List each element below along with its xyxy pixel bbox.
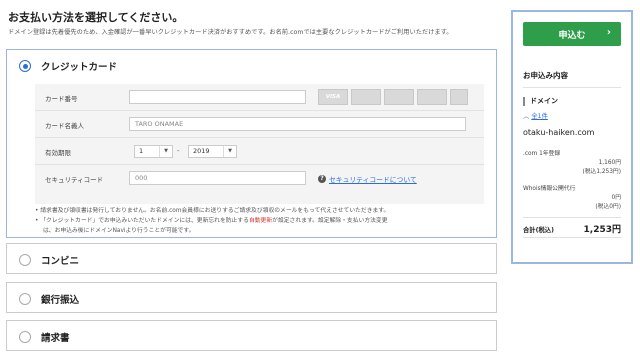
credit-card-notes: • 請求書及び領収書は発行しておりません。お名前.com会員様にお送りするご請求…	[35, 206, 495, 236]
card-brand-logos: VISA	[318, 89, 468, 105]
payment-option-credit-card: クレジットカード カード番号 VISA カード名義人 TARO ONAMAE 有…	[6, 49, 497, 238]
mastercard-logo-icon	[351, 89, 381, 105]
summary-divider	[523, 237, 621, 238]
summary-divider	[523, 87, 621, 88]
security-code-help-link[interactable]: ? セキュリティコードについて	[318, 174, 417, 184]
chevron-down-icon: ▼	[223, 146, 236, 157]
apply-button-label: 申込む	[558, 30, 586, 41]
card-holder-label: カード名義人	[45, 122, 84, 130]
chevron-up-icon: ︿	[523, 113, 530, 120]
payment-option-bank-transfer[interactable]: 銀行振込	[6, 282, 497, 313]
page-subtitle: ドメイン登録は先着優先のため、入金確認が一番早いクレジットカード決済がおすすめで…	[8, 29, 453, 36]
credit-card-label: クレジットカード	[41, 62, 118, 73]
jcb-logo-icon	[384, 89, 414, 105]
convenience-store-radio[interactable]	[19, 254, 31, 266]
collapse-toggle[interactable]: ︿ 全1件	[523, 111, 548, 120]
item-price-tax: (税込1,253円)	[582, 169, 621, 175]
amex-logo-icon	[450, 89, 468, 105]
item-price: 1,160円	[598, 160, 621, 166]
credit-card-radio[interactable]	[19, 60, 31, 72]
chevron-down-icon: ▼	[159, 146, 172, 157]
summary-section-domain: ドメイン	[523, 96, 558, 106]
chevron-right-icon: ›	[606, 27, 611, 38]
question-icon: ?	[318, 175, 326, 183]
diners-logo-icon	[417, 89, 447, 105]
card-holder-row: カード名義人 TARO ONAMAE	[35, 111, 484, 138]
security-code-label: セキュリティコード	[45, 176, 104, 184]
note-line-2: • 「クレジットカード」でお申込みいただいたドメインには、更新忘れを防止する自動…	[35, 216, 495, 226]
payment-option-invoice[interactable]: 請求書	[6, 320, 497, 351]
bank-transfer-label: 銀行振込	[41, 295, 80, 306]
expiry-year-select[interactable]: 2019 ▼	[188, 145, 237, 158]
item-price-tax: (税込0円)	[595, 204, 621, 210]
expiry-year-value: 2019	[193, 147, 210, 155]
page-title: お支払い方法を選択してください。	[8, 11, 184, 24]
payment-option-convenience-store[interactable]: コンビニ	[6, 243, 497, 274]
item-label: .com 1年登録	[523, 151, 561, 157]
item-price: 0円	[611, 195, 622, 201]
card-number-input[interactable]	[129, 90, 306, 104]
card-number-label: カード番号	[45, 95, 78, 103]
collapse-label: 全1件	[531, 113, 548, 120]
expiry-row: 有効期限 1 ▼ - 2019 ▼	[35, 138, 484, 165]
auto-renew-text: 自動更新	[248, 218, 273, 224]
summary-domain-name: otaku-haiken.com	[523, 128, 595, 137]
apply-button[interactable]: 申込む ›	[523, 22, 621, 46]
summary-title: お申込み内容	[523, 71, 568, 80]
visa-logo-icon: VISA	[318, 89, 348, 105]
expiry-separator: -	[177, 147, 180, 155]
note-line-3: は、お申込み後にドメインNaviより行うことが可能です。	[43, 228, 195, 234]
summary-section-label: ドメイン	[530, 97, 558, 105]
invoice-radio[interactable]	[19, 331, 31, 343]
card-number-row: カード番号 VISA	[35, 84, 484, 111]
expiry-label: 有効期限	[45, 149, 71, 157]
expiry-month-select[interactable]: 1 ▼	[134, 145, 173, 158]
security-code-help-text: セキュリティコードについて	[329, 176, 417, 184]
note-line-2a: • 「クレジットカード」でお申込みいただいたドメインには、更新忘れを防止する	[35, 218, 249, 224]
total-label: 合計(税込)	[523, 227, 554, 234]
security-code-row: セキュリティコード 000 ? セキュリティコードについて	[35, 165, 484, 204]
security-code-input[interactable]: 000	[129, 171, 306, 185]
credit-card-radio-row[interactable]: クレジットカード	[19, 59, 117, 73]
expiry-month-value: 1	[139, 147, 144, 155]
total-value: 1,253円	[583, 225, 621, 235]
order-summary-panel: 申込む › お申込み内容 ドメイン ︿ 全1件 otaku-haiken.com…	[511, 10, 633, 264]
credit-card-form: カード番号 VISA カード名義人 TARO ONAMAE 有効期限 1 ▼ -…	[35, 84, 484, 204]
note-line-1: • 請求書及び領収書は発行しておりません。お名前.com会員様にお送りするご請求…	[35, 208, 390, 214]
convenience-store-label: コンビニ	[41, 256, 80, 267]
summary-divider	[523, 217, 621, 218]
invoice-label: 請求書	[41, 333, 70, 344]
card-holder-input[interactable]: TARO ONAMAE	[129, 117, 466, 131]
bank-transfer-radio[interactable]	[19, 293, 31, 305]
item-label: Whois情報公開代行	[523, 186, 576, 192]
section-bar	[523, 96, 525, 106]
note-line-2b: が設定されます。設定解除・支払い方法変更	[272, 218, 388, 224]
